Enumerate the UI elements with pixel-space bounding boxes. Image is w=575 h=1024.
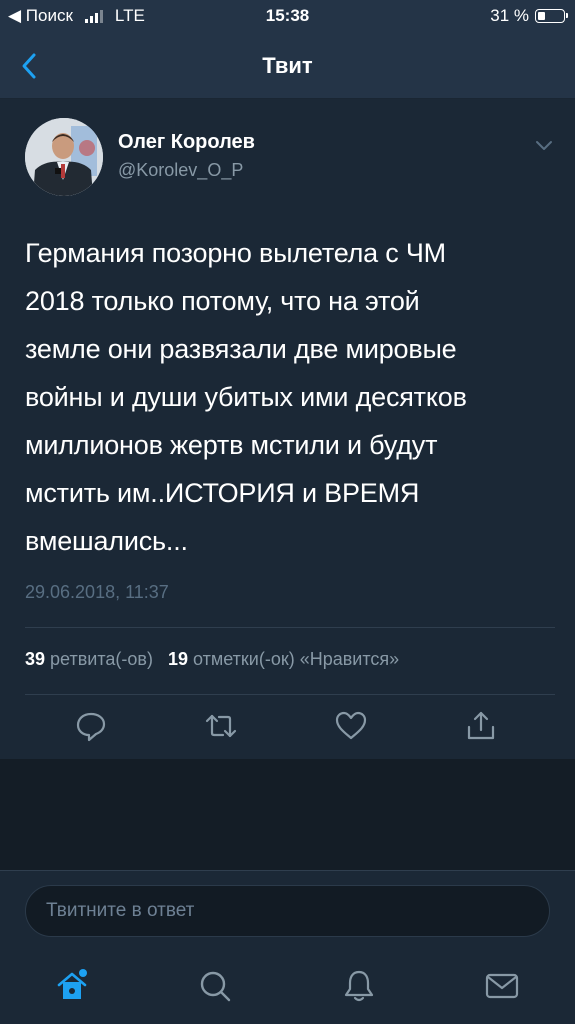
reply-icon	[76, 712, 106, 742]
retweets-label[interactable]: ретвита(-ов)	[50, 649, 153, 669]
empty-area	[0, 760, 575, 870]
author-handle[interactable]: @Korolev_O_P	[118, 160, 243, 181]
tweet-text: Германия позорно вылетела с ЧМ 2018 толь…	[25, 238, 467, 556]
tab-notifications[interactable]	[341, 968, 377, 1004]
likes-label[interactable]: отметки(-ок) «Нравится»	[193, 649, 399, 669]
tweet-timestamp: 29.06.2018, 11:37	[25, 582, 169, 602]
avatar[interactable]	[25, 118, 103, 196]
reply-placeholder: Твитните в ответ	[46, 900, 195, 921]
reply-bar: Твитните в ответ	[0, 870, 575, 955]
tab-home[interactable]	[54, 968, 90, 1004]
heart-icon	[335, 711, 367, 740]
status-time: 15:38	[265, 6, 310, 25]
status-bar: ◀ Поиск LTE 15:38 31 %	[0, 0, 575, 34]
search-icon	[200, 971, 231, 1002]
tweet-stats: 39 ретвита(-ов) 19 отметки(-ок) «Нравитс…	[25, 649, 399, 670]
home-icon	[57, 969, 87, 999]
like-button[interactable]	[334, 709, 368, 743]
notifications-icon	[344, 970, 374, 1002]
divider	[25, 627, 555, 628]
divider	[25, 694, 555, 695]
battery-icon	[535, 9, 568, 23]
tab-search[interactable]	[197, 968, 233, 1004]
avatar-image	[25, 118, 103, 196]
reply-input[interactable]: Твитните в ответ	[25, 885, 550, 937]
page-title: Твит	[262, 53, 313, 78]
chevron-down-icon	[536, 141, 552, 150]
tab-messages[interactable]	[484, 968, 520, 1004]
nav-bar: Твит	[0, 34, 575, 99]
reply-button[interactable]	[74, 709, 108, 743]
battery-percent: 31 %	[490, 6, 529, 25]
share-icon	[467, 711, 495, 740]
retweet-button[interactable]	[204, 709, 238, 743]
share-button[interactable]	[464, 709, 498, 743]
status-right: 31 %	[490, 6, 568, 26]
tweet-card: Олег Королев @Korolev_O_P Германия позор…	[0, 99, 575, 759]
tab-bar	[0, 954, 575, 1024]
tweet-menu-button[interactable]	[535, 139, 553, 151]
author-name[interactable]: Олег Королев	[118, 131, 255, 154]
tweet-actions	[0, 709, 575, 749]
retweets-count[interactable]: 39	[25, 649, 45, 669]
likes-count[interactable]: 19	[168, 649, 188, 669]
messages-icon	[485, 973, 519, 999]
retweet-icon	[205, 714, 237, 738]
